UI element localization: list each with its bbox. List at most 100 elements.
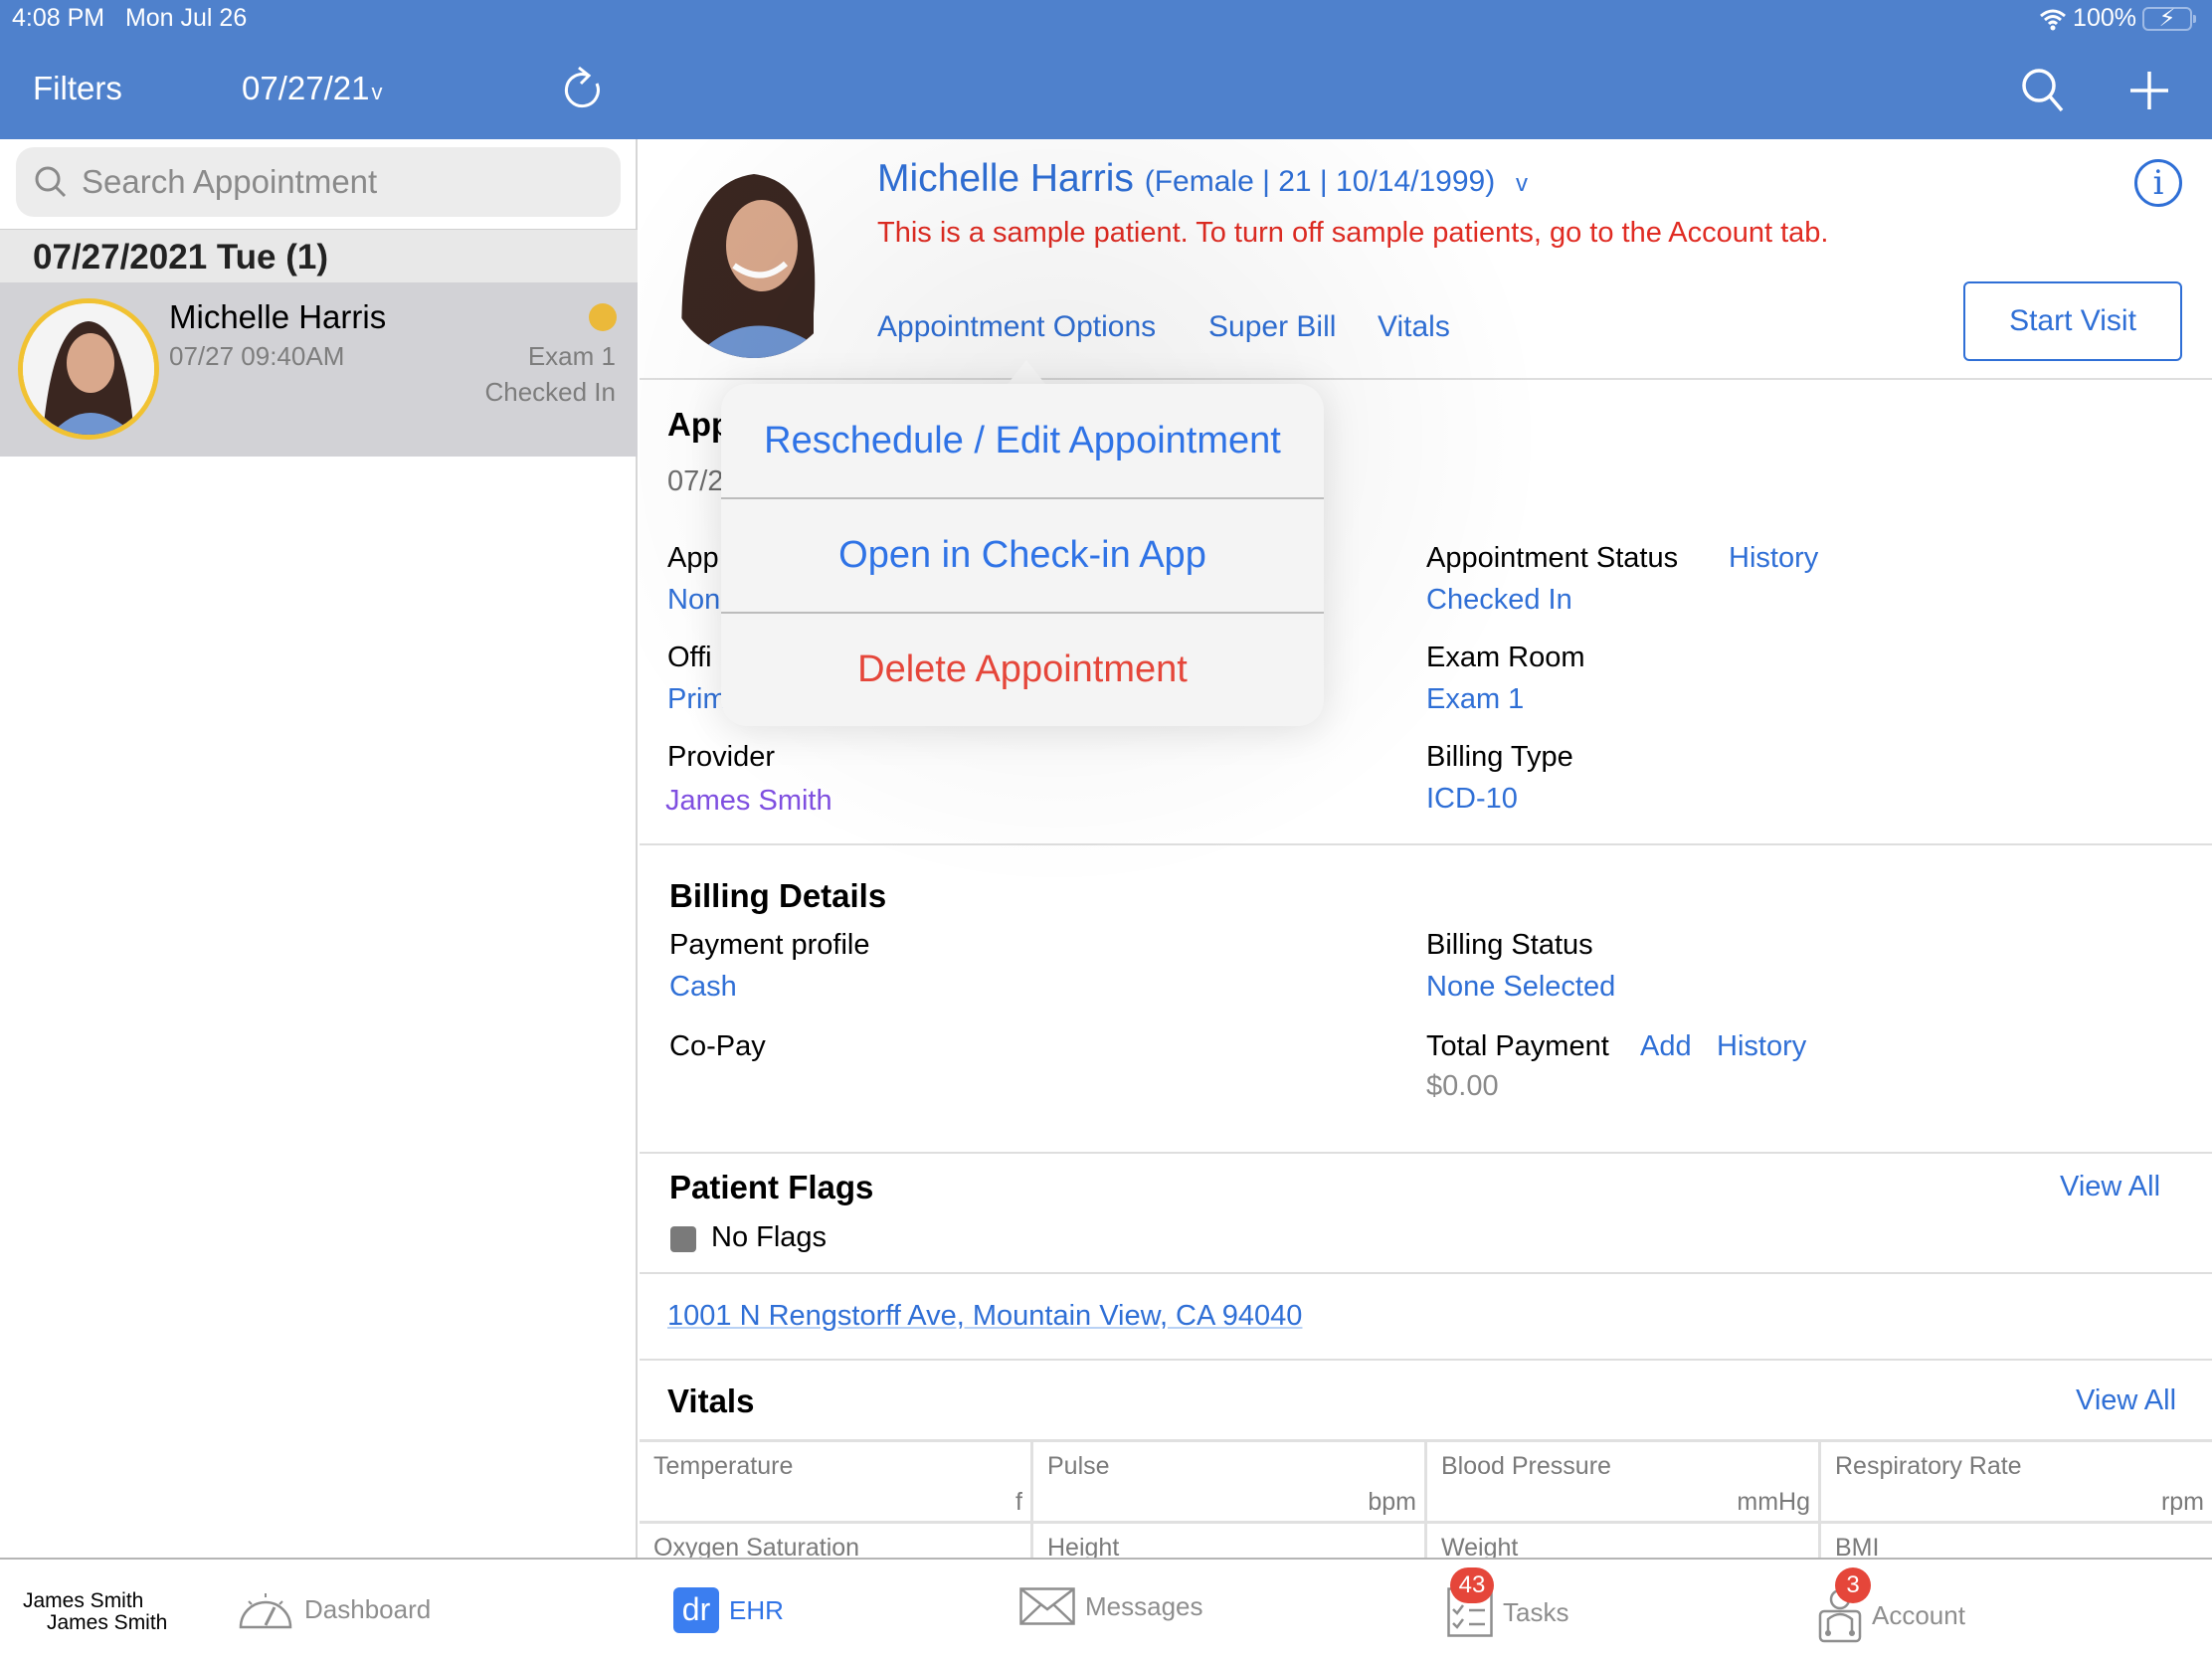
payment-profile-label: Payment profile xyxy=(669,929,870,961)
payment-history-link[interactable]: History xyxy=(1717,1030,1806,1063)
provider-label: Provider xyxy=(667,741,775,773)
exam-room-label: Exam Room xyxy=(1426,642,1585,673)
appointment-patient-name: Michelle Harris xyxy=(169,298,387,335)
tab-label: Tasks xyxy=(1503,1596,1569,1627)
vitals-view-all-link[interactable]: View All xyxy=(2076,1384,2176,1417)
flags-view-all-link[interactable]: View All xyxy=(2060,1171,2160,1203)
vital-temperature[interactable]: Temperature f xyxy=(640,1442,1033,1524)
appointment-room: Exam 1 xyxy=(527,341,616,371)
add-icon[interactable] xyxy=(2126,68,2172,113)
tab-dashboard[interactable]: Dashboard xyxy=(237,1587,431,1631)
billing-status-label: Billing Status xyxy=(1426,929,1593,961)
tab-label: Dashboard xyxy=(304,1593,432,1624)
date-filter-dropdown[interactable]: 07/27/21v xyxy=(242,70,382,107)
chevron-down-icon[interactable]: v xyxy=(1516,170,1528,197)
tab-label: Messages xyxy=(1085,1590,1203,1621)
vitals-table: Temperature f Pulse bpm Blood Pressure mmHg… xyxy=(640,1439,2212,1564)
search-icon xyxy=(35,166,67,198)
date-section-label: 07/27/2021 Tue (1) xyxy=(33,238,329,276)
date-section-header: 07/27/2021 Tue (1) xyxy=(0,229,638,282)
status-time-date: 4:08 PM Mon Jul 26 xyxy=(12,4,247,33)
patient-photo xyxy=(664,164,843,358)
vital-respiratory-rate[interactable]: Respiratory Rate rpm xyxy=(1821,1442,2212,1524)
vital-label: Pulse xyxy=(1047,1452,1110,1480)
patient-avatar xyxy=(18,298,159,440)
battery-percent: 100% xyxy=(2073,4,2136,32)
tab-appointment-options[interactable]: Appointment Options xyxy=(877,310,1156,344)
payment-profile-value[interactable]: Cash xyxy=(669,971,737,1004)
divider xyxy=(640,843,2212,845)
search-placeholder: Search Appointment xyxy=(82,163,378,200)
vital-label: Respiratory Rate xyxy=(1835,1452,2022,1480)
vital-unit: bpm xyxy=(1368,1488,1416,1516)
reschedule-edit-appointment-option[interactable]: Reschedule / Edit Appointment xyxy=(721,384,1324,498)
tab-vitals[interactable]: Vitals xyxy=(1378,310,1450,344)
no-flags-text: No Flags xyxy=(711,1221,828,1253)
flag-icon xyxy=(670,1226,696,1252)
billing-status-value[interactable]: None Selected xyxy=(1426,971,1615,1004)
battery-icon: ⚡ xyxy=(2142,5,2196,32)
status-indicators: 100% ⚡ xyxy=(2039,4,2196,33)
total-payment-value: $0.00 xyxy=(1426,1070,1499,1102)
refresh-icon[interactable] xyxy=(559,64,607,111)
appointment-status-label: Appointment Status xyxy=(1426,542,1679,574)
exam-room-value[interactable]: Exam 1 xyxy=(1426,683,1524,716)
vital-unit: rpm xyxy=(2160,1488,2204,1516)
delete-appointment-option[interactable]: Delete Appointment xyxy=(721,613,1324,726)
start-visit-button[interactable]: Start Visit xyxy=(1963,281,2182,361)
info-icon[interactable]: i xyxy=(2134,159,2182,207)
open-in-checkin-app-option[interactable]: Open in Check-in App xyxy=(721,498,1324,613)
provider-value[interactable]: James Smith xyxy=(665,785,832,818)
tab-messages[interactable]: Messages xyxy=(1019,1587,1203,1625)
vital-unit: mmHg xyxy=(1737,1488,1810,1516)
dashboard-icon xyxy=(239,1593,292,1629)
current-user-name: James Smith xyxy=(23,1589,144,1612)
wifi-icon xyxy=(2040,9,2067,30)
patient-demographics: (Female | 21 | 10/14/1999) xyxy=(1144,165,1496,198)
ehr-icon: dr xyxy=(673,1587,719,1633)
appointment-time: 07/27 09:40AM xyxy=(169,341,345,371)
patient-name: Michelle Harris xyxy=(877,157,1134,200)
vital-blood-pressure[interactable]: Blood Pressure mmHg xyxy=(1427,1442,1821,1524)
vitals-title: Vitals xyxy=(667,1382,755,1419)
billing-type-label: Billing Type xyxy=(1426,741,1573,773)
current-user-provider: James Smith xyxy=(47,1611,168,1634)
filters-button[interactable]: Filters xyxy=(33,70,122,107)
chevron-down-icon: v xyxy=(371,80,383,104)
total-payment-label: Total Payment xyxy=(1426,1030,1609,1062)
billing-details-title: Billing Details xyxy=(669,877,887,914)
date-filter-value: 07/27/21 xyxy=(242,70,370,106)
appointment-status: Checked In xyxy=(484,377,616,407)
appointment-options-popover: Reschedule / Edit Appointment Open in Ch… xyxy=(721,384,1324,726)
status-date: Mon Jul 26 xyxy=(124,4,248,32)
add-payment-link[interactable]: Add xyxy=(1640,1030,1692,1063)
divider xyxy=(640,1272,2212,1274)
messages-icon xyxy=(1019,1587,1075,1625)
office-label: Offi xyxy=(667,642,712,673)
search-icon[interactable] xyxy=(2019,66,2067,113)
divider xyxy=(640,1152,2212,1154)
patient-flags-title: Patient Flags xyxy=(669,1169,874,1205)
divider xyxy=(640,1359,2212,1361)
billing-type-value[interactable]: ICD-10 xyxy=(1426,783,1518,816)
tab-ehr[interactable]: dr EHR xyxy=(673,1587,784,1633)
status-dot xyxy=(589,303,617,331)
vital-pulse[interactable]: Pulse bpm xyxy=(1033,1442,1427,1524)
tab-super-bill[interactable]: Super Bill xyxy=(1208,310,1336,344)
appointment-type-value[interactable]: Non xyxy=(667,584,720,617)
vital-label: Blood Pressure xyxy=(1441,1452,1611,1480)
divider xyxy=(640,378,2212,380)
patient-address-link[interactable]: 1001 N Rengstorff Ave, Mountain View, CA… xyxy=(667,1300,1302,1333)
tab-label: Account xyxy=(1872,1599,1965,1630)
status-time: 4:08 PM xyxy=(12,4,105,32)
office-value[interactable]: Prim xyxy=(667,683,727,716)
patient-header[interactable]: Michelle Harris (Female | 21 | 10/14/199… xyxy=(877,157,1528,201)
tasks-badge: 43 xyxy=(1450,1567,1494,1603)
account-badge: 3 xyxy=(1835,1567,1871,1603)
appointment-status-value[interactable]: Checked In xyxy=(1426,584,1572,617)
appointment-type-label: App xyxy=(667,542,719,574)
vital-label: Temperature xyxy=(653,1452,794,1480)
appointment-status-history-link[interactable]: History xyxy=(1729,542,1818,575)
appointment-date: 07/2 xyxy=(667,465,724,497)
search-appointment-input[interactable]: Search Appointment xyxy=(16,147,621,217)
